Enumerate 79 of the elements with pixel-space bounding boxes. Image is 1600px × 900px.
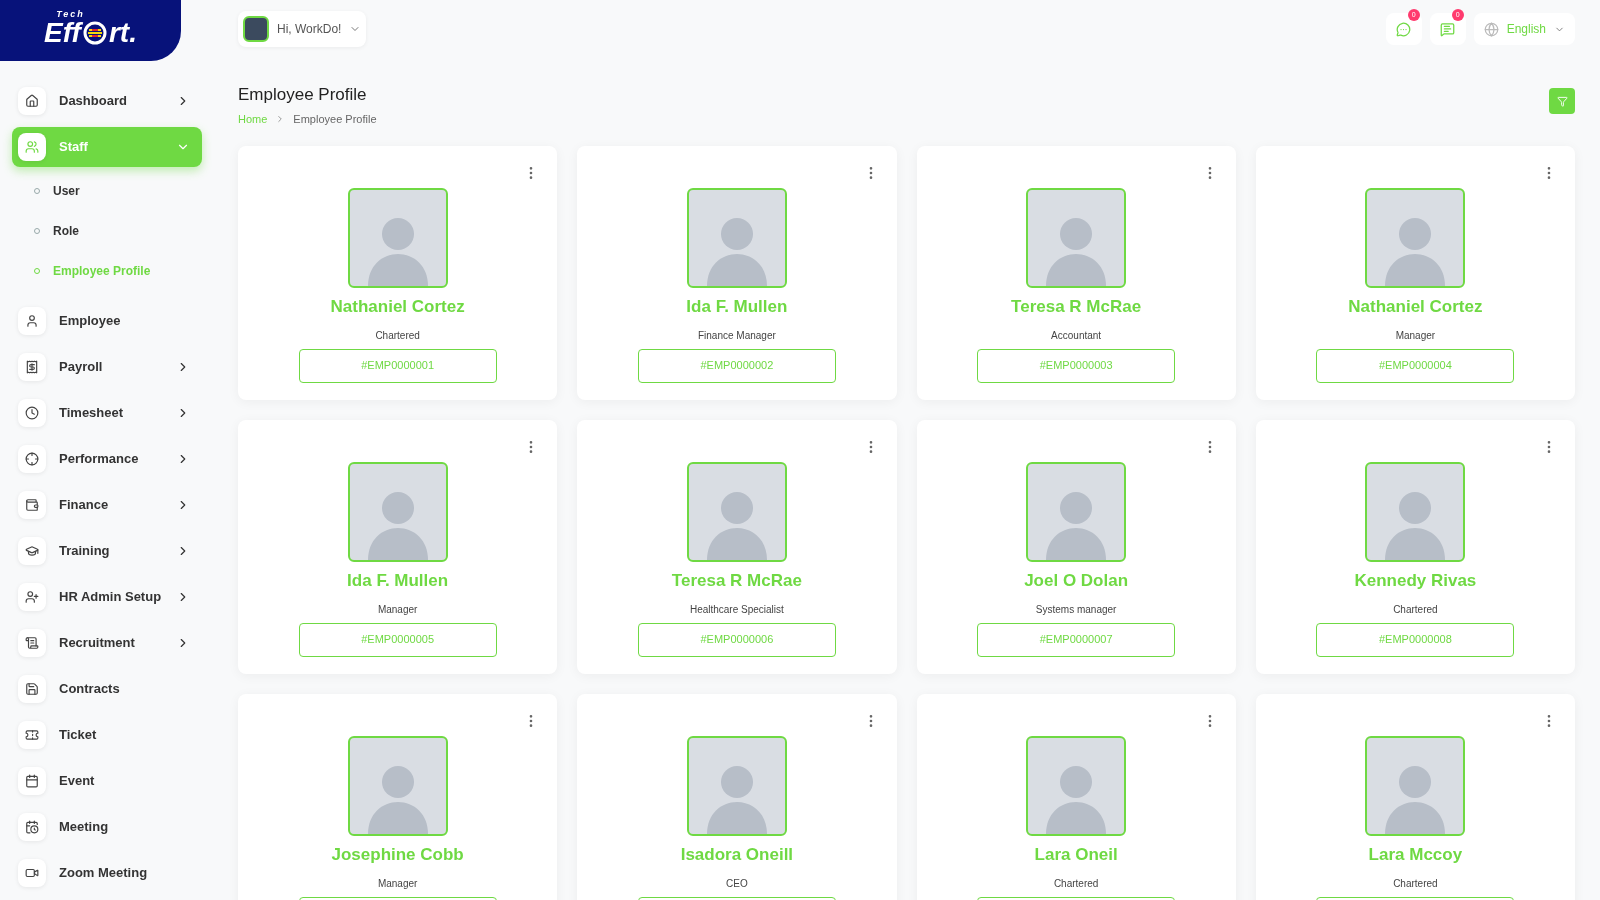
employee-name[interactable]: Isadora Oneill: [680, 842, 794, 868]
crosshair-icon: [25, 452, 39, 466]
chat-bubble-icon: [1396, 21, 1412, 37]
submenu-item[interactable]: User: [12, 171, 202, 211]
calendar-icon: [25, 774, 39, 788]
language-selector[interactable]: English: [1473, 13, 1575, 45]
submenu-item[interactable]: Employee Profile: [12, 251, 202, 291]
employee-id-button[interactable]: #EMP0000003: [977, 348, 1176, 383]
employee-id-button[interactable]: #EMP0000007: [977, 622, 1176, 657]
employee-role: Chartered: [1053, 876, 1099, 891]
employee-name[interactable]: Ida F. Mullen: [347, 568, 449, 594]
employee-role: Chartered: [1393, 876, 1438, 891]
employee-name[interactable]: Josephine Cobb: [331, 842, 464, 868]
employee-name[interactable]: Nathaniel Cortez: [330, 294, 465, 320]
message-icon: [1440, 21, 1456, 37]
employee-role: Chartered: [1393, 602, 1438, 617]
employee-name[interactable]: Teresa R McRae: [671, 568, 802, 594]
employee-name[interactable]: Lara Mccoy: [1368, 842, 1463, 868]
sidebar-item[interactable]: Employee: [12, 301, 202, 341]
employee-role: Healthcare Specialist: [689, 602, 784, 617]
employee-role: Finance Manager: [697, 328, 776, 343]
employee-id-button[interactable]: #EMP0000002: [637, 348, 836, 383]
employee-name[interactable]: Ida F. Mullen: [686, 294, 788, 320]
breadcrumb-item: Employee Profile: [293, 111, 377, 127]
avatar-icon: [243, 16, 269, 42]
globe-icon: [1483, 21, 1499, 37]
employee-name[interactable]: Joel O Dolan: [1024, 568, 1129, 594]
employee-role: CEO: [726, 876, 748, 891]
employee-id-button[interactable]: #EMP0000001: [298, 348, 497, 383]
sidebar-item[interactable]: Performance: [12, 439, 202, 479]
employee-name[interactable]: Nathaniel Cortez: [1348, 294, 1483, 320]
sidebar-item[interactable]: Staff: [12, 127, 202, 167]
sidebar-item[interactable]: Recruitment: [12, 623, 202, 663]
sidebar-item[interactable]: Zoom Meeting: [12, 853, 202, 893]
employee-role: Manager: [377, 876, 418, 891]
video-camera-icon: [25, 866, 39, 880]
logo-text: rt.: [108, 19, 137, 47]
user-icon: [25, 314, 39, 328]
employee-role: Systems manager: [1035, 602, 1117, 617]
page-title: Employee Profile: [238, 84, 368, 106]
employee-name[interactable]: Teresa R McRae: [1011, 294, 1142, 320]
save-icon: [25, 682, 39, 696]
employee-role: Accountant: [1051, 328, 1102, 343]
employee-role: Manager: [377, 602, 418, 617]
logo-tagline: Tech: [56, 10, 85, 19]
filter-icon: [1556, 95, 1568, 107]
sidebar-item[interactable]: Meeting: [12, 807, 202, 847]
clock-icon: [25, 406, 39, 420]
home-icon: [25, 94, 39, 108]
employee-role: Manager: [1395, 328, 1436, 343]
sidebar-item[interactable]: Finance: [12, 485, 202, 525]
logo-text: Eff: [44, 19, 81, 47]
sidebar-item[interactable]: Payroll: [12, 347, 202, 387]
logo-mark-icon: [81, 21, 108, 45]
ticket-icon: [25, 728, 39, 742]
sidebar-item[interactable]: Contracts: [12, 669, 202, 709]
sidebar-item[interactable]: HR Admin Setup: [12, 577, 202, 617]
employee-id-button[interactable]: #EMP0000008: [1316, 622, 1515, 657]
receipt-icon: [25, 360, 39, 374]
sidebar-item[interactable]: Timesheet: [12, 393, 202, 433]
sidebar-item[interactable]: Training: [12, 531, 202, 571]
employee-id-button[interactable]: #EMP0000005: [298, 622, 497, 657]
calendar-clock-icon: [25, 820, 39, 834]
employee-id-button[interactable]: #EMP0000006: [637, 622, 836, 657]
user-menu[interactable]: Hi, WorkDo!: [238, 11, 367, 47]
submenu-item[interactable]: Role: [12, 211, 202, 251]
scroll-icon: [25, 636, 39, 650]
graduation-cap-icon: [25, 544, 39, 558]
user-plus-icon: [25, 590, 39, 604]
wallet-icon: [25, 498, 39, 512]
breadcrumb-item[interactable]: Home: [238, 110, 268, 127]
sidebar-item[interactable]: Dashboard: [12, 81, 202, 121]
employee-name[interactable]: Kennedy Rivas: [1354, 568, 1477, 594]
employee-role: Chartered: [375, 328, 420, 343]
users-icon: [25, 140, 39, 154]
sidebar-item[interactable]: Ticket: [12, 715, 202, 755]
employee-name[interactable]: Lara Oneil: [1034, 842, 1118, 868]
employee-id-button[interactable]: #EMP0000004: [1316, 348, 1515, 383]
sidebar-item[interactable]: Event: [12, 761, 202, 801]
